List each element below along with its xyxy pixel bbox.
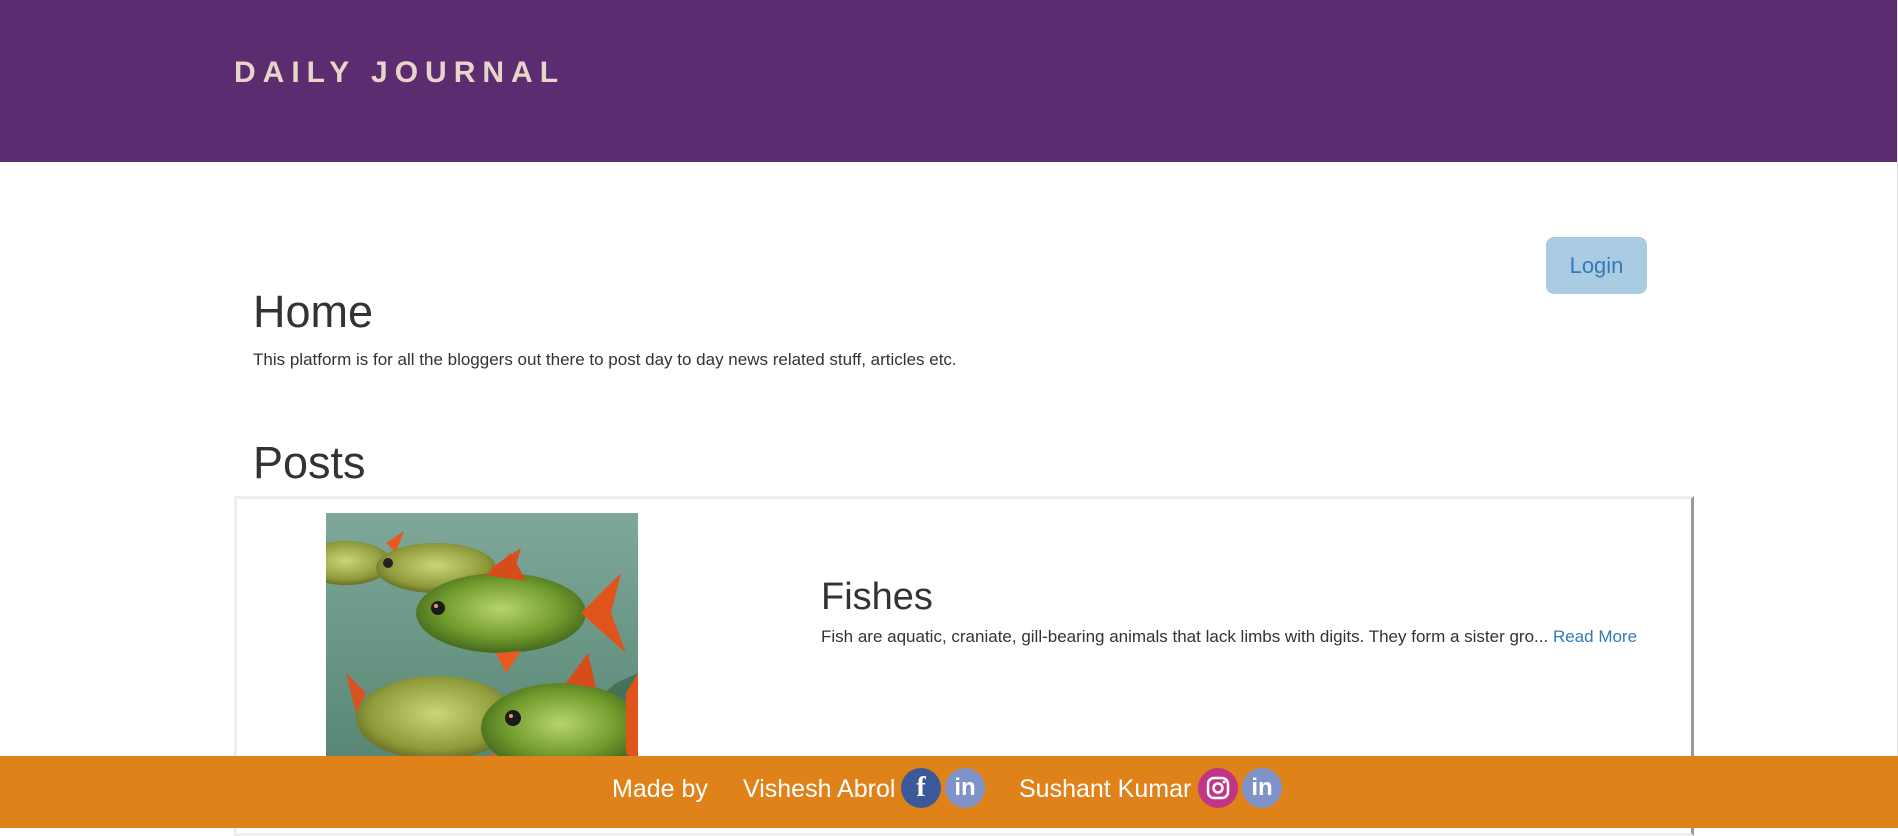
post-excerpt: Fish are aquatic, craniate, gill-bearing… [821, 627, 1637, 647]
linkedin-icon[interactable]: in [1242, 768, 1282, 808]
post-excerpt-text: Fish are aquatic, craniate, gill-bearing… [821, 627, 1549, 646]
posts-heading: Posts [253, 437, 366, 488]
page-description: This platform is for all the bloggers ou… [253, 350, 957, 369]
post-title: Fishes [821, 576, 933, 618]
instagram-icon[interactable] [1198, 768, 1238, 808]
linkedin-icon[interactable]: in [945, 768, 985, 808]
site-header: DAILY JOURNAL [0, 0, 1897, 162]
author-name: Vishesh Abrol [743, 775, 896, 803]
page-title: Home [253, 286, 374, 337]
login-button[interactable]: Login [1546, 237, 1647, 294]
read-more-link[interactable]: Read More [1553, 627, 1637, 646]
site-brand[interactable]: DAILY JOURNAL [234, 56, 565, 90]
author-name: Sushant Kumar [1019, 775, 1192, 803]
facebook-icon[interactable]: f [901, 768, 941, 808]
made-by-label: Made by [612, 775, 708, 803]
site-footer: Made by Vishesh Abrol f in Sushant Kumar… [0, 756, 1898, 828]
